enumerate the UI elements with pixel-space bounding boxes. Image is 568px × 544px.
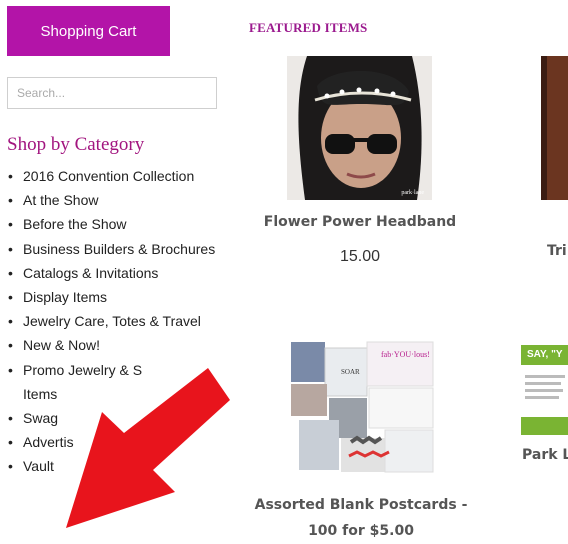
product-image-headband[interactable]: park·lane <box>287 56 432 200</box>
category-item[interactable]: At the Show <box>7 188 222 212</box>
collage-label: SOAR <box>341 368 360 376</box>
product-name-line: Assorted Blank Postcards - <box>254 497 468 513</box>
category-link[interactable]: Catalogs & Invitations <box>23 265 158 281</box>
category-item[interactable]: Business Builders & Brochures <box>7 237 222 261</box>
category-item[interactable]: Advertis ng <box>7 430 222 454</box>
category-link[interactable]: Vault <box>23 458 54 474</box>
category-item[interactable]: New & Now! <box>7 333 222 357</box>
category-item[interactable]: Catalogs & Invitations <box>7 261 222 285</box>
product-price: 15.00 <box>339 248 381 265</box>
category-link-part: Advertis <box>23 434 74 451</box>
category-link[interactable]: New & Now! <box>23 337 100 353</box>
category-item[interactable]: 2016 Convention Collection <box>7 164 222 188</box>
category-link-part: ng <box>129 434 146 451</box>
category-item[interactable]: Before the Show <box>7 212 222 236</box>
product-name-partial[interactable]: Park L <box>522 447 568 463</box>
category-link-part: Items <box>23 385 58 402</box>
category-item[interactable]: Jewelry Care, Totes & Travel <box>7 309 222 333</box>
category-list: 2016 Convention Collection At the Show B… <box>7 164 222 479</box>
category-item[interactable]: Promo Jewelry & S Items <box>7 358 222 406</box>
category-link[interactable]: At the Show <box>23 192 99 208</box>
product-name[interactable]: Assorted Blank Postcards - 100 for $5.00 <box>241 492 481 544</box>
headband-photo <box>287 56 432 200</box>
watermark-text: park·lane <box>401 190 424 196</box>
product-image-postcards[interactable]: fab·YOU·lous! SOAR <box>289 338 436 474</box>
category-link-part: Promo Jewelry & S <box>23 361 143 378</box>
category-link[interactable]: Swag <box>23 410 58 426</box>
collage-top-text: fab·YOU·lous! <box>381 350 430 359</box>
product-name-partial[interactable]: Tri <box>547 243 568 259</box>
category-link[interactable]: Business Builders & Brochures <box>23 241 215 257</box>
banner-text: SAY, "Y <box>527 349 563 360</box>
category-link[interactable]: Advertis ng <box>23 434 145 450</box>
category-link[interactable]: Jewelry Care, Totes & Travel <box>23 313 201 329</box>
product-name[interactable]: Flower Power Headband <box>249 214 471 230</box>
search-input[interactable] <box>7 77 217 109</box>
category-heading: Shop by Category <box>7 134 145 155</box>
category-item[interactable]: Swag <box>7 406 222 430</box>
category-item[interactable]: Display Items <box>7 285 222 309</box>
shopping-cart-button[interactable]: Shopping Cart <box>7 6 170 56</box>
product-image-partial-top[interactable] <box>541 56 568 200</box>
partial-photo <box>541 56 568 200</box>
category-link[interactable]: Promo Jewelry & S Items <box>23 362 142 402</box>
featured-items-heading: FEATURED ITEMS <box>249 20 368 35</box>
product-image-partial-bottom[interactable]: SAY, "Y <box>521 345 568 437</box>
category-link[interactable]: Display Items <box>23 289 107 305</box>
product-name-line: 100 for $5.00 <box>308 523 414 539</box>
category-link[interactable]: 2016 Convention Collection <box>23 168 194 184</box>
category-link[interactable]: Before the Show <box>23 216 127 232</box>
category-item[interactable]: Vault <box>7 454 222 478</box>
